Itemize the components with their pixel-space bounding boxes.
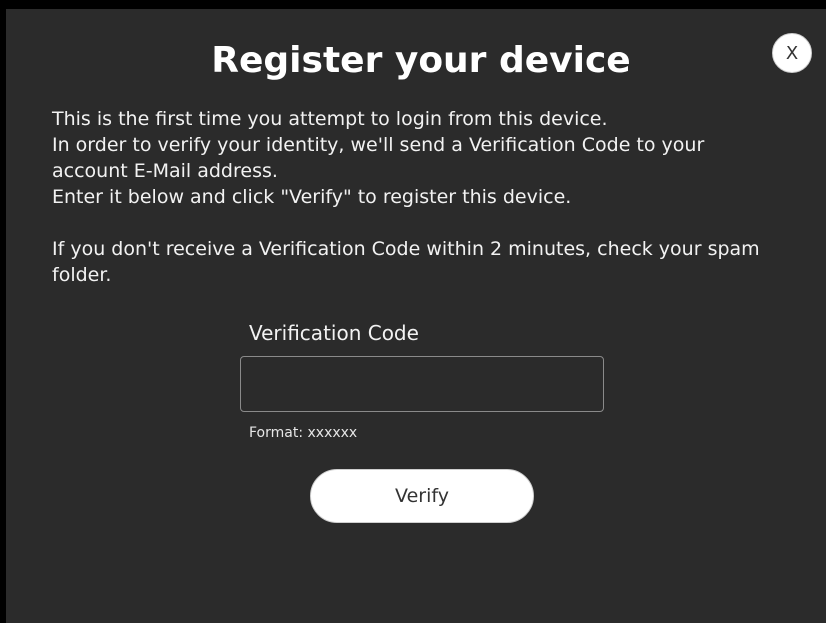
dialog-title: Register your device — [211, 40, 631, 81]
register-device-dialog: Register your device X This is the first… — [6, 9, 826, 623]
close-button[interactable]: X — [772, 33, 812, 73]
close-icon: X — [785, 42, 799, 64]
format-hint: Format: xxxxxx — [249, 425, 358, 441]
instructions-paragraph: This is the first time you attempt to lo… — [52, 108, 705, 208]
verification-code-label: Verification Code — [249, 321, 419, 345]
spam-notice-paragraph: If you don't receive a Verification Code… — [52, 238, 760, 286]
instructions-text: This is the first time you attempt to lo… — [52, 106, 772, 288]
verify-button[interactable]: Verify — [310, 469, 534, 523]
verification-code-input[interactable] — [240, 356, 604, 412]
